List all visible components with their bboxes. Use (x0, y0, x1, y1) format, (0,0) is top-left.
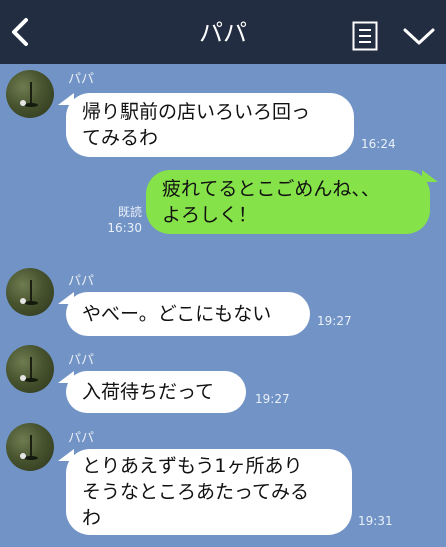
chat-title: パパ (199, 19, 247, 47)
chevron-down-icon (403, 28, 435, 45)
message-bubble[interactable]: 帰り駅前の店いろいろ回っ てみるわ (58, 93, 354, 157)
message-bubble[interactable]: 入荷待ちだって (58, 371, 246, 413)
avatar[interactable] (6, 268, 54, 316)
message-time: 16:30 (107, 221, 142, 235)
message-time: 16:24 (361, 137, 396, 151)
avatar[interactable] (6, 70, 54, 118)
back-button[interactable] (6, 14, 36, 50)
sender-name: パパ (68, 353, 95, 368)
sender-name: パパ (68, 274, 95, 289)
message-bubble[interactable]: とりあえずもう1ヶ所あり そうなところあたってみる わ (58, 449, 352, 535)
chat-header: パパ (0, 0, 446, 64)
avatar[interactable] (6, 423, 54, 471)
message-bubble[interactable]: やべー。どこにもない (58, 292, 310, 336)
message-bubble[interactable]: 疲れてるとこごめんね、、 よろしく！ (146, 170, 438, 234)
message-time: 19:27 (255, 392, 290, 406)
read-label: 既読 (117, 205, 142, 219)
chevron-left-icon (12, 18, 28, 46)
avatar[interactable] (6, 345, 54, 393)
sender-name: パパ (68, 72, 95, 87)
message-time: 19:31 (358, 514, 393, 528)
sender-name: パパ (68, 431, 95, 446)
notes-button[interactable] (352, 21, 378, 51)
read-receipt: 既読 16:30 (96, 204, 142, 236)
message-time: 19:27 (317, 314, 352, 328)
menu-button[interactable] (402, 26, 436, 48)
notes-icon (352, 21, 378, 51)
